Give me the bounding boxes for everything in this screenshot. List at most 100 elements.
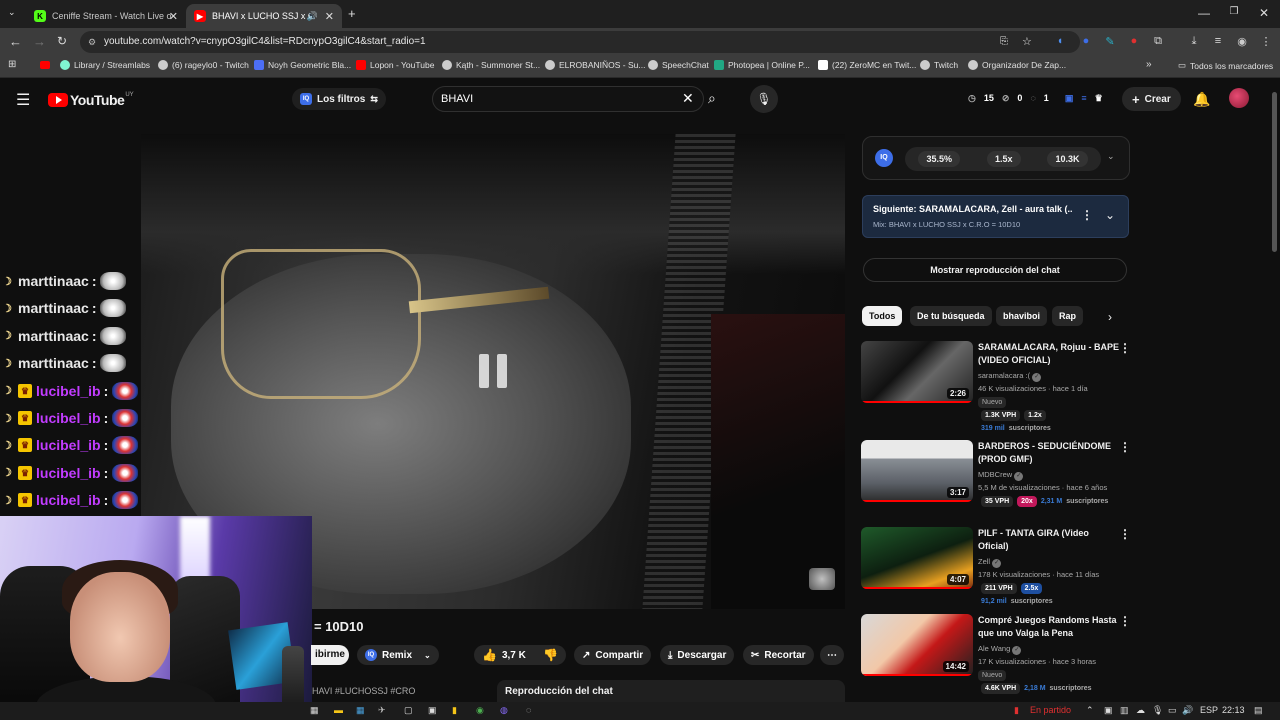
tab-search-icon[interactable]: ⌄ [8,7,16,18]
cloud-icon[interactable]: ☁ [1136,705,1145,716]
bookmark[interactable]: SpeechChat [648,60,709,70]
subscribe-button[interactable]: ibirme [311,645,349,665]
clip-button[interactable]: ✂ Recortar [743,645,814,665]
bookmark-star-icon[interactable]: ☆ [1022,31,1032,53]
recommendation-card[interactable]: 14:42 Compré Juegos Randoms Hasta que uno… [861,614,1131,704]
notifications-icon[interactable]: ▤ [1254,705,1263,716]
chip-todos[interactable]: Todos [862,306,903,326]
more-bookmarks-icon[interactable]: » [1146,59,1152,70]
channel-name[interactable]: MDBCrew [978,470,1012,479]
menu-icon[interactable]: ⋮ [1258,35,1274,48]
extension-icon[interactable]: ● [1126,35,1142,47]
show-chat-replay-button[interactable]: Mostrar reproducción del chat [863,258,1127,282]
extension-icon[interactable]: ◖ [1052,35,1068,47]
tray-icon[interactable]: ▣ [1104,705,1113,716]
extension-logo-icon[interactable]: IQ [875,149,893,167]
speaker-icon[interactable]: 🔊 [307,11,318,22]
bookmark[interactable]: Kąth - Summoner St... [442,60,540,70]
channel-name[interactable]: Zell [978,557,990,566]
forward-icon[interactable]: → [33,34,46,49]
recommendation-card[interactable]: 2:26 SARAMALACARA, Rojuu - BAPE (VIDEO OF… [861,341,1131,432]
more-vertical-icon[interactable]: ⋮ [1119,614,1131,628]
site-info-icon[interactable]: ⚙ [88,31,96,53]
clock[interactable]: 22:13 [1222,705,1245,715]
taskbar-app-icon[interactable]: ▣ [428,705,437,716]
create-button[interactable]: + Crear [1122,87,1181,111]
notifications-bell-icon[interactable]: 🔔 [1193,91,1210,108]
channel-name[interactable]: saramalacara :( [978,371,1030,380]
taskbar-app-icon[interactable]: ▦ [310,705,319,716]
dislike-icon[interactable]: 👎 [543,648,558,662]
youtube-logo[interactable]: YouTube UY [48,92,134,108]
more-vertical-icon[interactable]: ⋮ [1081,208,1093,222]
video-thumbnail[interactable]: 2:26 [861,341,973,403]
channel-name[interactable]: Ale Wang [978,644,1010,653]
file-explorer-icon[interactable]: ▬ [334,705,343,715]
address-bar[interactable]: ⚙ youtube.com/watch?v=cnypO3gilC4&list=R… [80,31,1080,53]
more-vertical-icon[interactable]: ⋮ [1119,440,1131,454]
volume-icon[interactable]: 🔊 [1182,705,1193,716]
taskbar-app-icon[interactable]: ▦ [356,705,365,716]
bookmark[interactable]: Lopon - YouTube [356,60,434,70]
back-icon[interactable]: ← [9,34,22,49]
video-thumbnail[interactable]: 14:42 [861,614,973,676]
chrome-icon[interactable]: ◉ [476,705,484,716]
extension-icon[interactable]: ▣ [1065,93,1074,104]
extensions-puzzle-icon[interactable]: ⧉ [1150,35,1166,48]
search-input[interactable]: BHAVI [432,86,704,112]
recommendation-card[interactable]: 3:17 BARDEROS - SEDUCIÉNDOME (PROD GMF) ⋮ M… [861,440,1131,530]
chip-rap[interactable]: Rap [1052,306,1084,326]
recommendation-title[interactable]: PILF - TANTA GIRA (Video Oficial) [978,527,1120,553]
playlist-next-card[interactable]: Siguiente: SARAMALACARA, Zell - aura tal… [862,195,1129,238]
bookmark[interactable]: (22) ZeroMC en Twit... [818,60,916,70]
apps-icon[interactable]: ⊞ [8,59,16,70]
like-count[interactable]: 3,7 K [502,650,526,661]
chevron-down-icon[interactable]: ⌄ [1107,151,1115,162]
bookmark[interactable]: Twitch [920,60,958,70]
chip-search[interactable]: De tu búsqueda [910,306,992,326]
remix-button[interactable]: IQ Remix ⌄ [357,645,439,665]
recommendation-title[interactable]: BARDEROS - SEDUCIÉNDOME (PROD GMF) [978,440,1120,466]
bookmark[interactable]: (6) rageylo0 - Twitch [158,60,249,70]
more-vertical-icon[interactable]: ⋮ [1119,527,1131,541]
scrollbar[interactable] [1272,92,1277,252]
reload-icon[interactable]: ↻ [57,34,67,48]
more-vertical-icon[interactable]: ⋮ [1119,341,1131,355]
restore-icon[interactable]: ❐ [1224,6,1244,17]
trophy-icon[interactable]: ♛ [1095,93,1103,104]
taskbar-app-icon[interactable]: ◌ [526,705,531,715]
bookmark[interactable]: ELROBANIÑOS - Su... [545,60,645,70]
share-button[interactable]: ↗ Compartir [574,645,652,665]
bookmark[interactable]: Noyh Geometric Bla... [254,60,351,70]
description-hashtags[interactable]: HAVI #LUCHOSSJ #CRO [312,686,415,696]
video-thumbnail[interactable]: 3:17 [861,440,973,502]
install-icon[interactable]: ⎘ [1000,31,1008,53]
bookmark[interactable]: Photopea | Online P... [714,60,810,70]
tab-close-icon[interactable]: ✕ [169,10,178,23]
pause-icon[interactable] [479,354,509,388]
extension-icon[interactable]: ● [1078,35,1094,47]
tab-close-icon[interactable]: ✕ [325,10,334,23]
close-window-icon[interactable]: ✕ [1254,6,1274,20]
hamburger-menu-icon[interactable]: ☰ [16,90,30,110]
channel-watermark-icon[interactable] [809,568,835,590]
download-icon[interactable]: ⤓ [1186,35,1202,48]
tab-bhavi[interactable]: ▶ BHAVI x LUCHO SSJ x C.R.O 🔊 ✕ [186,4,342,28]
all-bookmarks[interactable]: ▭ Todos los marcadores [1178,60,1273,71]
youtube-bookmark-icon[interactable] [40,61,50,69]
media-icon[interactable]: ≡ [1210,35,1226,47]
download-button[interactable]: ⤓ Descargar [660,645,735,665]
tab-ceniffe[interactable]: K Ceniffe Stream - Watch Live on ✕ [26,4,186,28]
search-icon[interactable]: ⌕ [708,90,716,107]
taskbar-app-icon[interactable]: ◍ [500,705,508,716]
like-icon[interactable]: 👍 [482,648,497,662]
language[interactable]: ESP [1200,705,1218,715]
chevron-right-icon[interactable]: › [1108,310,1112,324]
minimize-icon[interactable]: — [1194,6,1214,20]
mic-icon[interactable]: 🎙 [1152,705,1163,716]
game-status[interactable]: En partido [1030,705,1071,715]
tray-icon[interactable]: ▥ [1120,705,1129,716]
new-tab-icon[interactable]: + [348,6,356,21]
avatar[interactable] [1229,88,1249,108]
microphone-icon[interactable]: 🎙 [750,85,778,113]
